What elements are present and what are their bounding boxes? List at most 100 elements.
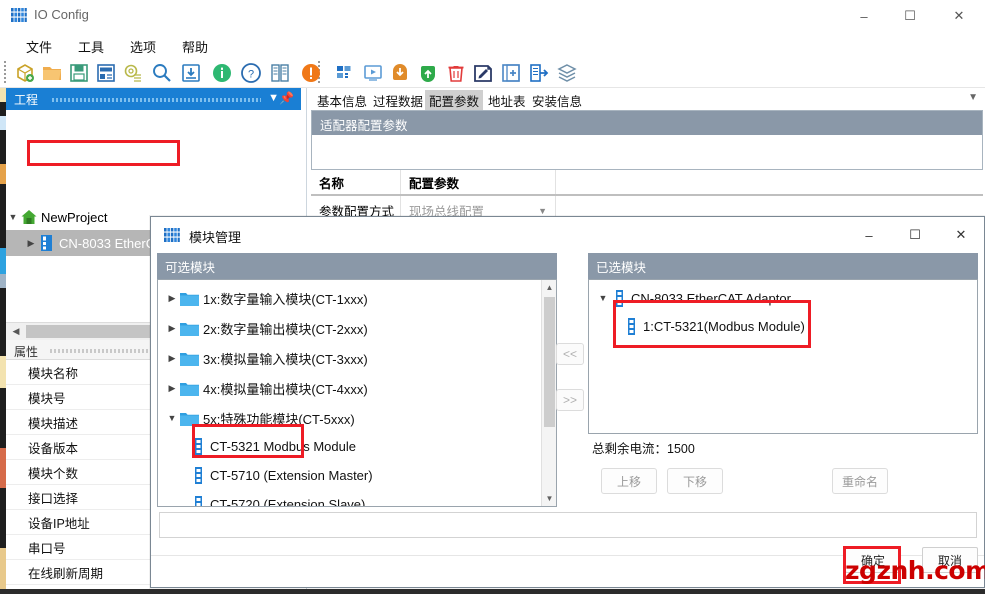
report-icon[interactable] (269, 62, 291, 84)
delete-icon[interactable] (445, 62, 467, 84)
scroll-left-arrow[interactable]: ◀ (8, 324, 24, 339)
selected-tree-item-ct5321[interactable]: 1:CT-5321(Modbus Module) (623, 312, 805, 340)
expander-arrow-icon[interactable]: ▼ (6, 212, 20, 222)
selected-modules-header: 已选模块 (588, 253, 978, 279)
upload-device-icon[interactable] (389, 62, 411, 84)
add-page-icon[interactable] (500, 62, 522, 84)
warning-icon[interactable] (300, 62, 322, 84)
tab-address-table[interactable]: 地址表 (484, 90, 530, 111)
dialog-title: 模块管理 (189, 227, 241, 246)
scroll-up-arrow[interactable]: ▲ (542, 280, 557, 295)
property-key: 设备版本 (6, 438, 126, 457)
expander-arrow-icon[interactable]: ▶ (24, 238, 38, 249)
layers-icon[interactable] (556, 62, 578, 84)
available-tree-item-label: 5x:特殊功能模块(CT-5xxx) (203, 409, 355, 428)
expander-arrow-icon[interactable]: ▶ (164, 383, 180, 394)
selected-tree-item-label: 1:CT-5321(Modbus Module) (643, 319, 805, 334)
expander-arrow-icon[interactable]: ▶ (164, 293, 180, 304)
add-module-button[interactable]: >> (556, 389, 584, 411)
module-icon (627, 318, 636, 335)
monitor-play-icon[interactable] (362, 62, 384, 84)
dialog-close-button[interactable]: ✕ (938, 217, 984, 253)
menu-options[interactable]: 选项 (126, 36, 160, 57)
move-up-button[interactable]: 上移 (601, 468, 657, 494)
maximize-button[interactable]: ☐ (887, 0, 933, 32)
minimize-button[interactable]: – (841, 0, 887, 32)
available-tree-item-2x[interactable]: ▶ 2x:数字量输出模块(CT-2xxx) (164, 314, 368, 342)
dialog-minimize-button[interactable]: – (846, 217, 892, 253)
watermark: zgznh.com (845, 556, 985, 585)
available-tree-item-1x[interactable]: ▶ 1x:数字量输入模块(CT-1xxx) (164, 284, 368, 312)
export-icon[interactable] (528, 62, 550, 84)
expander-arrow-icon[interactable]: ▶ (164, 353, 180, 364)
dialog-maximize-button[interactable]: ☐ (892, 217, 938, 253)
adapter-config-panel: 适配器配置参数 (311, 110, 983, 170)
toolbar-separator (4, 61, 6, 85)
rename-button[interactable]: 重命名 (832, 468, 888, 494)
scrollbar-thumb[interactable] (544, 297, 555, 427)
remove-module-button[interactable]: << (556, 343, 584, 365)
download-icon[interactable] (180, 62, 202, 84)
available-tree-item-ct5720[interactable]: CT-5720 (Extension Slave) (190, 490, 365, 507)
available-tree-item-4x[interactable]: ▶ 4x:模拟量输出模块(CT-4xxx) (164, 374, 368, 402)
save-as-icon[interactable] (95, 62, 117, 84)
move-down-button[interactable]: 下移 (667, 468, 723, 494)
tab-basic-info[interactable]: 基本信息 (313, 90, 371, 111)
expander-arrow-icon[interactable]: ▼ (595, 293, 611, 303)
expander-arrow-icon[interactable]: ▶ (164, 323, 180, 334)
chevron-down-icon[interactable]: ▼ (268, 92, 279, 104)
module-icon (194, 438, 203, 455)
settings-gear-icon[interactable] (122, 62, 144, 84)
new-project-icon[interactable] (14, 62, 36, 84)
available-tree-item-label: 4x:模拟量输出模块(CT-4xxx) (203, 379, 368, 398)
property-key: 接口选择 (6, 488, 126, 507)
selected-tree-item-adapter[interactable]: ▼ CN-8033 EtherCAT Adaptor (595, 284, 791, 312)
toolbar: ? (0, 58, 985, 88)
menu-tools[interactable]: 工具 (74, 36, 108, 57)
module-grid-icon[interactable] (334, 62, 356, 84)
tab-process-data[interactable]: 过程数据 (369, 90, 427, 111)
menubar: 文件 工具 选项 帮助 (0, 32, 985, 58)
adapter-config-panel-header: 适配器配置参数 (312, 111, 982, 135)
close-button[interactable]: ✕ (933, 0, 985, 32)
available-tree-item-5x[interactable]: ▼ 5x:特殊功能模块(CT-5xxx) (164, 404, 355, 432)
pin-icon[interactable]: 📌 (279, 91, 294, 105)
available-tree-item-label: CT-5720 (Extension Slave) (210, 497, 365, 508)
tab-install-info[interactable]: 安装信息 (528, 90, 586, 111)
tree-item-label: NewProject (41, 210, 107, 225)
download-device-icon[interactable] (417, 62, 439, 84)
app-grid-icon (163, 226, 181, 244)
search-icon[interactable] (151, 62, 173, 84)
available-tree-item-3x[interactable]: ▶ 3x:模拟量输入模块(CT-3xxx) (164, 344, 368, 372)
scroll-down-arrow[interactable]: ▼ (542, 491, 557, 506)
module-description-box[interactable] (159, 512, 977, 538)
open-folder-icon[interactable] (41, 62, 63, 84)
header-dots (52, 98, 261, 102)
menu-help[interactable]: 帮助 (178, 36, 212, 57)
chevron-down-icon[interactable]: ▼ (538, 206, 547, 216)
edit-note-icon[interactable] (472, 62, 494, 84)
selected-modules-list[interactable]: ▼ CN-8033 EtherCAT Adaptor 1:CT-5321(Mod… (588, 279, 978, 434)
home-icon (20, 208, 38, 226)
window-bottom-edge (0, 589, 985, 594)
folder-icon (180, 321, 199, 336)
available-tree-item-label: CT-5321 Modbus Module (210, 439, 356, 454)
available-list-scrollbar[interactable]: ▲ ▼ (541, 280, 556, 506)
config-grid-header-row: 名称 配置参数 (311, 170, 983, 196)
column-header-name: 名称 (311, 170, 401, 194)
expander-arrow-icon[interactable]: ▼ (164, 413, 180, 423)
selected-modules-title: 已选模块 (596, 257, 646, 276)
available-tree-item-ct5710[interactable]: CT-5710 (Extension Master) (190, 461, 373, 489)
available-modules-list[interactable]: ▶ 1x:数字量输入模块(CT-1xxx) ▶ 2x:数字量输出模块(CT-2x… (157, 279, 557, 507)
save-icon[interactable] (68, 62, 90, 84)
available-tree-item-ct5321[interactable]: CT-5321 Modbus Module (190, 432, 356, 460)
property-key: 设备IP地址 (6, 513, 126, 532)
tab-config-params[interactable]: 配置参数 (425, 90, 483, 111)
info-icon[interactable] (211, 62, 233, 84)
property-key: 模块名称 (6, 363, 126, 382)
adapter-icon (38, 234, 56, 252)
menu-file[interactable]: 文件 (22, 36, 56, 57)
help-circle-icon[interactable]: ? (240, 62, 262, 84)
app-window: IO Config – ☐ ✕ 文件 工具 选项 帮助 (0, 0, 985, 594)
double-chevron-down-icon[interactable]: ▼ (968, 92, 978, 103)
